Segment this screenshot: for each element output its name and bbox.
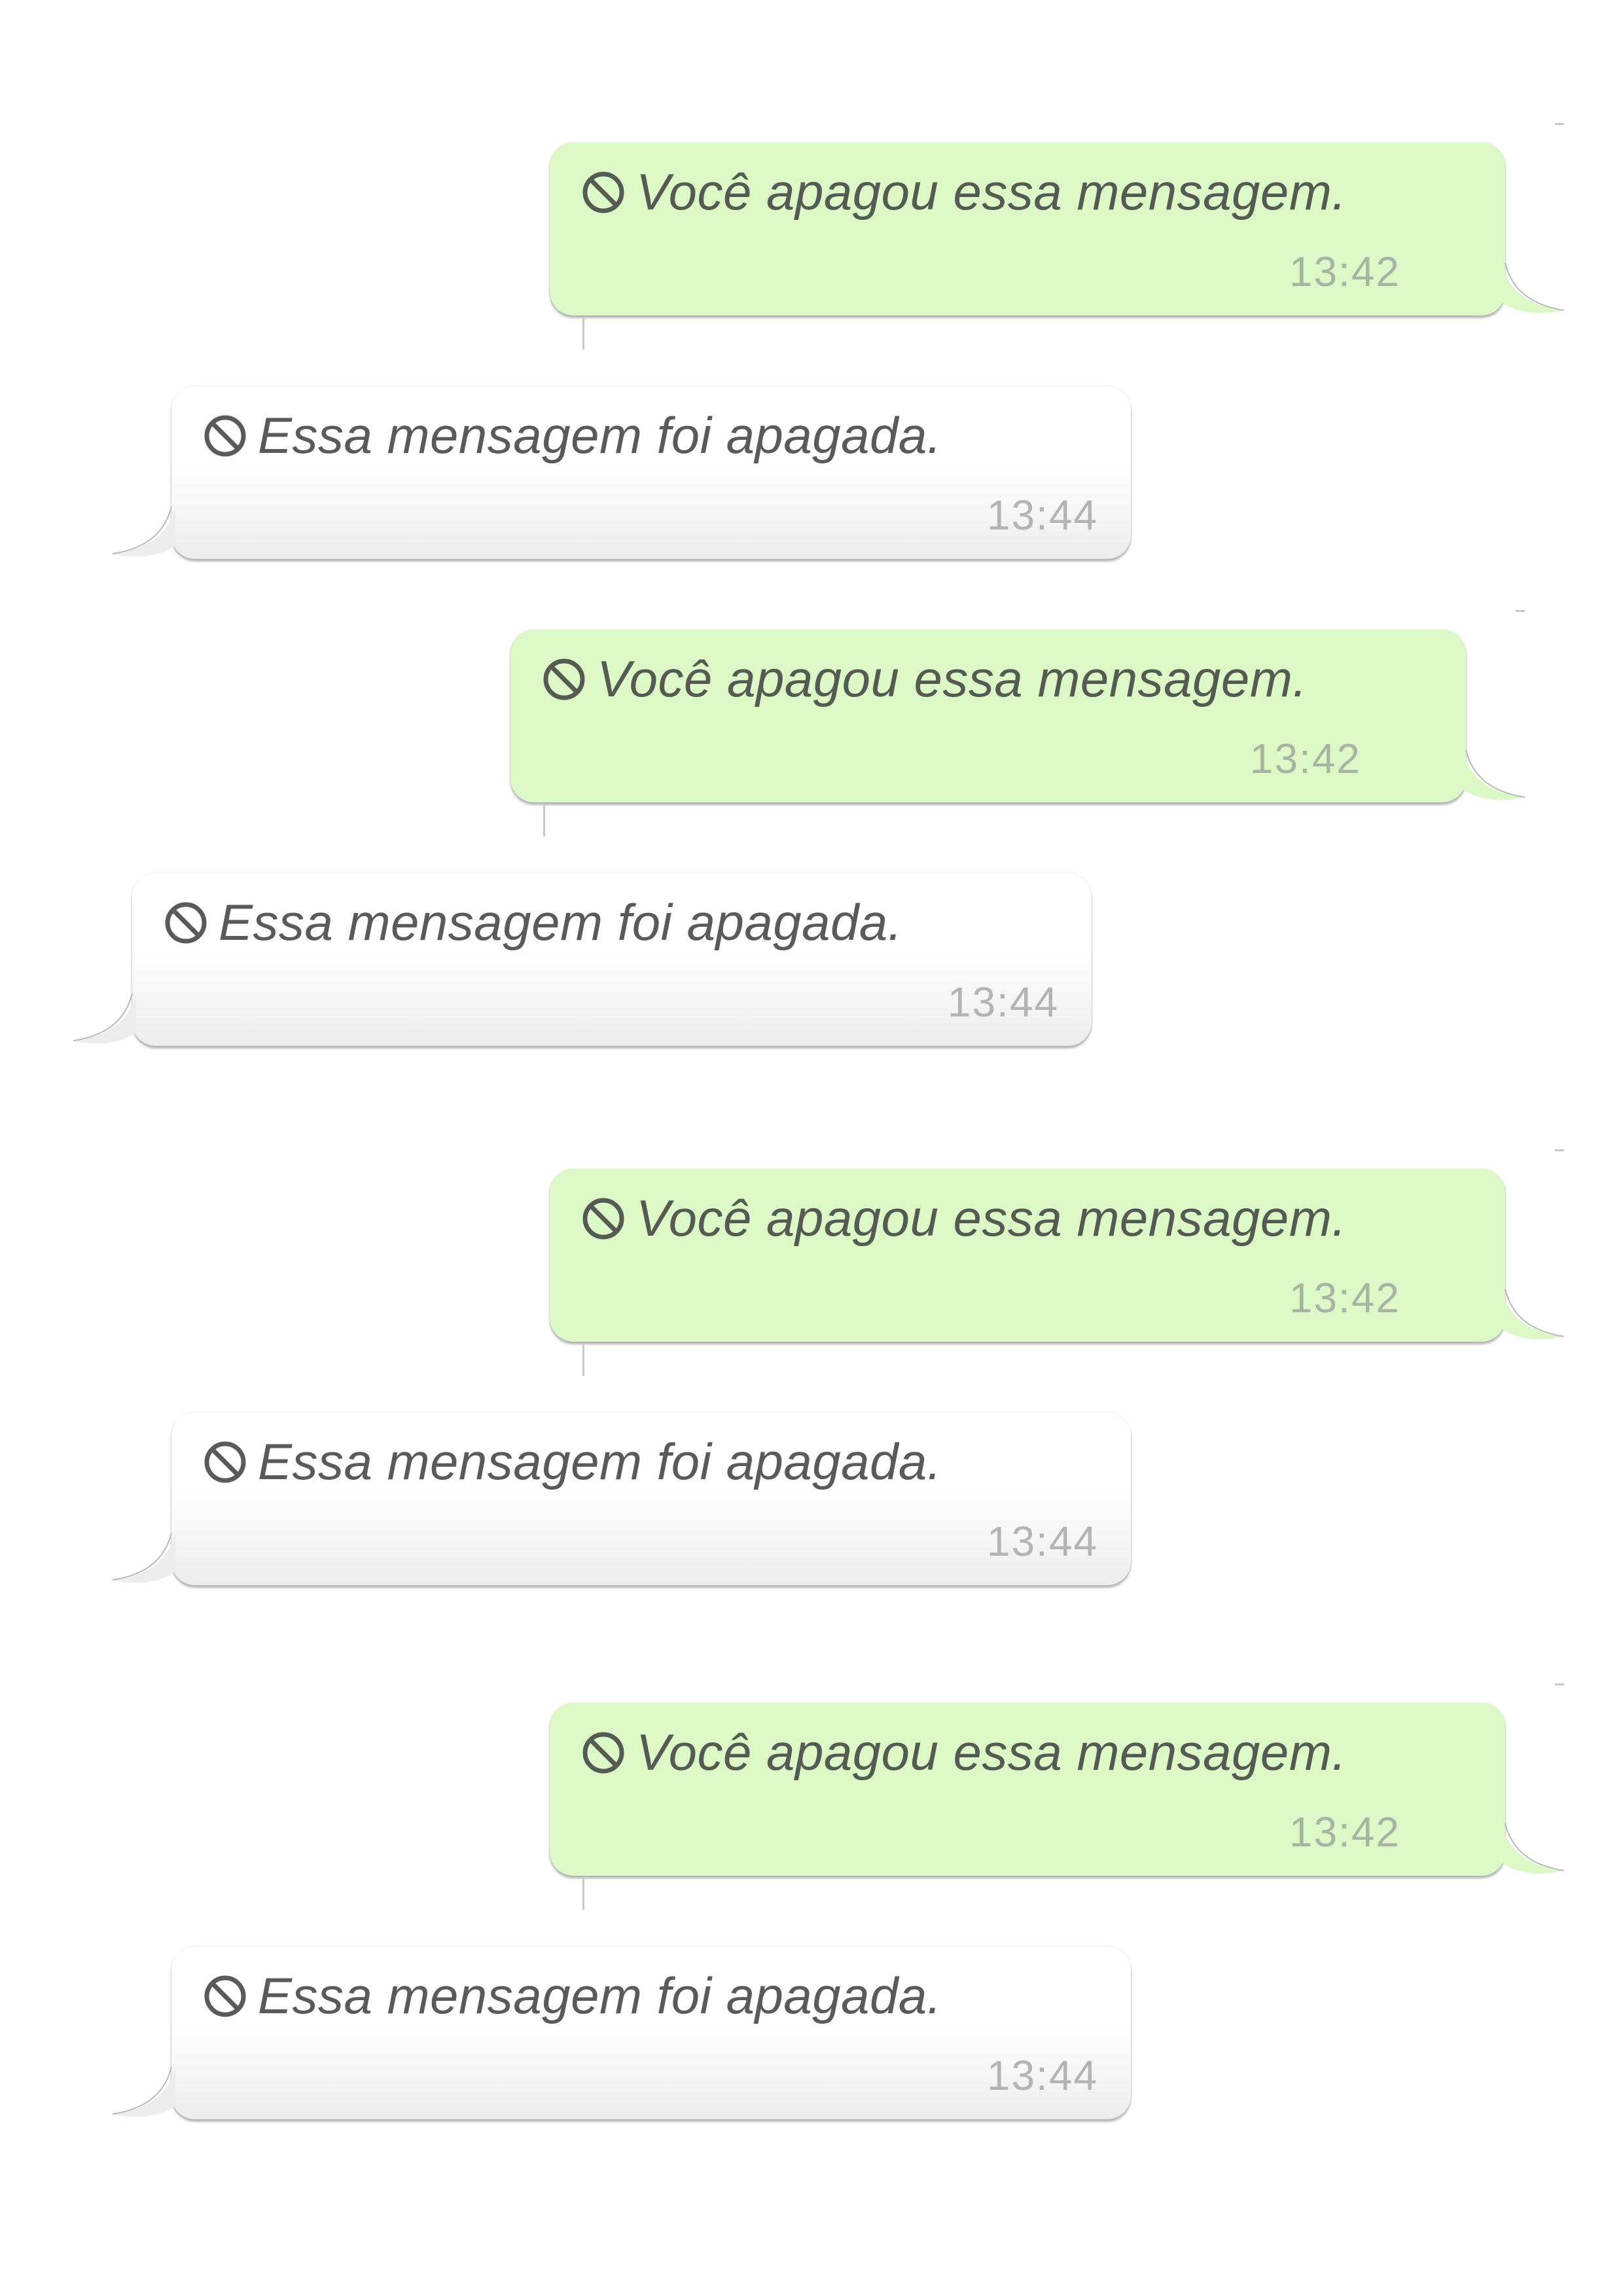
message-bubble-outgoing[interactable]: Você apagou essa mensagem. 13:42 [550, 143, 1565, 315]
message-content: Essa mensagem foi apagada. [202, 1966, 942, 2026]
message-text: Essa mensagem foi apagada. [258, 406, 942, 464]
message-time: 13:44 [986, 492, 1098, 539]
divider [1516, 610, 1525, 612]
message-text: Essa mensagem foi apagada. [258, 1967, 942, 2024]
message-content: Essa mensagem foi apagada. [162, 893, 902, 952]
message-content: Você apagou essa mensagem. [541, 649, 1307, 709]
ban-icon [582, 1198, 624, 1239]
message-content: Você apagou essa mensagem. [580, 1189, 1346, 1248]
bubble-tail [112, 2066, 175, 2117]
message-content: Você apagou essa mensagem. [580, 1723, 1346, 1782]
ban-icon [165, 902, 207, 943]
message-text: Você apagou essa mensagem. [636, 1189, 1347, 1247]
message-text: Você apagou essa mensagem. [636, 1723, 1347, 1781]
bubble-tail [1501, 262, 1565, 314]
ban-icon [582, 1732, 624, 1773]
bubble-tail [73, 993, 136, 1044]
ban-icon [204, 1975, 246, 2017]
message-text: Você apagou essa mensagem. [597, 650, 1308, 708]
divider [543, 804, 545, 836]
divider [1555, 1149, 1564, 1151]
message-time: 13:42 [1289, 248, 1400, 295]
message-content: Essa mensagem foi apagada. [202, 1432, 942, 1492]
divider [1555, 123, 1564, 125]
ban-icon [582, 171, 624, 213]
message-time: 13:42 [1289, 1274, 1400, 1321]
divider [582, 1877, 584, 1910]
ban-icon [204, 1441, 246, 1482]
divider [1555, 1683, 1564, 1685]
ban-icon [204, 415, 246, 456]
bubble-tail [1501, 1289, 1565, 1340]
message-text: Você apagou essa mensagem. [636, 163, 1347, 221]
bubble-tail [1501, 1823, 1565, 1874]
message-time: 13:44 [947, 978, 1059, 1026]
message-bubble-outgoing[interactable]: Você apagou essa mensagem. 13:42 [550, 1703, 1565, 1876]
message-time: 13:44 [986, 1518, 1098, 1565]
bubble-tail [1462, 749, 1525, 800]
message-bubble-outgoing[interactable]: Você apagou essa mensagem. 13:42 [550, 1169, 1565, 1342]
message-text: Essa mensagem foi apagada. [258, 1433, 942, 1490]
divider [582, 317, 584, 350]
message-time: 13:42 [1249, 735, 1361, 782]
divider [582, 1343, 584, 1376]
message-time: 13:42 [1289, 1808, 1400, 1856]
message-text: Essa mensagem foi apagada. [219, 893, 902, 951]
message-bubble-incoming[interactable]: Essa mensagem foi apagada. 13:44 [112, 386, 1131, 559]
message-bubble-incoming[interactable]: Essa mensagem foi apagada. 13:44 [73, 873, 1092, 1046]
message-bubble-incoming[interactable]: Essa mensagem foi apagada. 13:44 [112, 1412, 1131, 1585]
message-time: 13:44 [986, 2052, 1098, 2099]
message-content: Você apagou essa mensagem. [580, 162, 1346, 222]
bubble-tail [112, 1532, 175, 1583]
bubble-tail [112, 506, 175, 557]
message-bubble-outgoing[interactable]: Você apagou essa mensagem. 13:42 [510, 630, 1525, 802]
message-bubble-incoming[interactable]: Essa mensagem foi apagada. 13:44 [112, 1946, 1131, 2119]
ban-icon [543, 658, 585, 700]
message-content: Essa mensagem foi apagada. [202, 406, 942, 465]
